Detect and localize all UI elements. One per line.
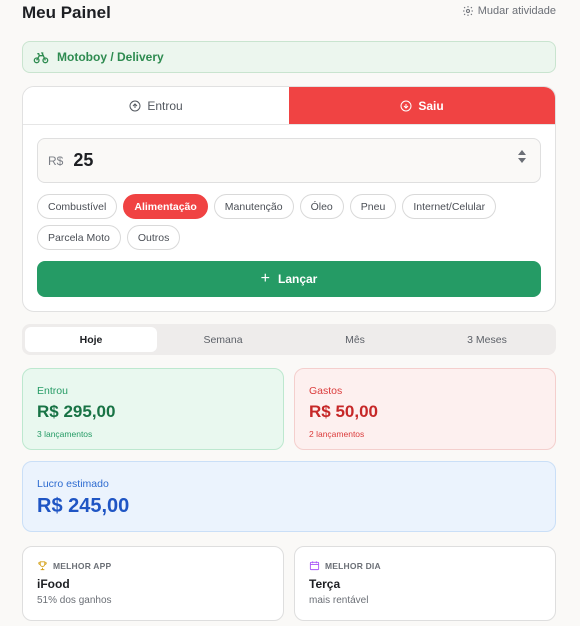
- income-label: Entrou: [37, 385, 68, 397]
- profit-value: R$ 245,00: [37, 495, 130, 517]
- toggle-in-label: Entrou: [147, 98, 183, 113]
- calendar-icon: [309, 561, 320, 571]
- gear-icon: [462, 6, 473, 16]
- income-card: Entrou R$ 295,00 3 lançamentos: [22, 368, 284, 450]
- best-day-heading: MELHOR DIA: [325, 560, 381, 571]
- page-title: Meu Painel: [22, 3, 111, 22]
- tab-3-meses[interactable]: 3 Meses: [421, 327, 553, 352]
- expenses-label: Gastos: [309, 385, 343, 397]
- submit-entry-button[interactable]: + Lançar: [37, 261, 541, 297]
- submit-entry-label: Lançar: [277, 272, 318, 286]
- best-app-header: MELHOR APP: [37, 560, 269, 571]
- best-app-card: MELHOR APP iFood 51% dos ganhos: [22, 546, 284, 621]
- best-day-header: MELHOR DIA: [309, 560, 541, 571]
- category-chip-pneu[interactable]: Pneu: [349, 194, 397, 219]
- entry-form: Entrou Saiu R$ 25 Combustível Alimentaçã…: [22, 86, 556, 312]
- expenses-count: 2 lançamentos: [309, 429, 365, 439]
- switch-activity-label: Mudar atividade: [477, 5, 556, 17]
- toggle-in-button[interactable]: Entrou: [23, 87, 289, 124]
- bicycle-icon: [33, 52, 49, 64]
- amount-stepper[interactable]: [518, 150, 526, 163]
- best-app-sub: 51% dos ganhos: [37, 595, 112, 606]
- expenses-card: Gastos R$ 50,00 2 lançamentos: [294, 368, 556, 450]
- best-app-heading: MELHOR APP: [53, 560, 112, 571]
- entry-type-toggle: Entrou Saiu: [23, 87, 555, 125]
- category-chip-manutencao[interactable]: Manutenção: [213, 194, 294, 219]
- category-chip-combustivel[interactable]: Combustível: [37, 194, 118, 219]
- activity-label: Motoboy / Delivery: [57, 50, 164, 64]
- category-chips: Combustível Alimentação Manutenção Óleo …: [37, 194, 541, 250]
- best-app-title: iFood: [37, 577, 70, 591]
- arrow-up-circle-icon: [129, 100, 141, 111]
- plus-icon: +: [260, 270, 270, 287]
- income-value: R$ 295,00: [37, 402, 116, 421]
- activity-banner: Motoboy / Delivery: [22, 41, 556, 73]
- category-chip-outros[interactable]: Outros: [126, 225, 181, 250]
- trophy-icon: [38, 561, 47, 571]
- best-day-card: MELHOR DIA Terça mais rentável: [294, 546, 556, 621]
- expenses-value: R$ 50,00: [309, 402, 378, 421]
- switch-activity-button[interactable]: Mudar atividade: [462, 5, 556, 17]
- category-chip-oleo[interactable]: Óleo: [299, 194, 344, 219]
- toggle-out-button[interactable]: Saiu: [289, 87, 555, 124]
- income-count: 3 lançamentos: [37, 429, 93, 439]
- period-tabs: Hoje Semana Mês 3 Meses: [22, 324, 556, 355]
- stepper-down-icon[interactable]: [518, 158, 526, 163]
- tab-mes[interactable]: Mês: [289, 327, 421, 352]
- currency-prefix: R$: [48, 153, 64, 168]
- category-chip-internet-celular[interactable]: Internet/Celular: [402, 194, 497, 219]
- tab-hoje[interactable]: Hoje: [25, 327, 157, 352]
- toggle-out-label: Saiu: [418, 98, 444, 113]
- amount-value: 25: [73, 150, 94, 170]
- best-day-sub: mais rentável: [309, 595, 369, 606]
- page-header: Meu Painel Mudar atividade: [22, 0, 558, 26]
- amount-input[interactable]: R$ 25: [37, 138, 541, 183]
- profit-label: Lucro estimado: [37, 478, 109, 490]
- arrow-down-circle-icon: [400, 100, 412, 111]
- profit-card: Lucro estimado R$ 245,00: [22, 461, 556, 532]
- best-day-title: Terça: [309, 577, 341, 591]
- category-chip-parcela-moto[interactable]: Parcela Moto: [37, 225, 121, 250]
- category-chip-alimentacao[interactable]: Alimentação: [123, 194, 208, 219]
- tab-semana[interactable]: Semana: [157, 327, 289, 352]
- stepper-up-icon[interactable]: [518, 150, 526, 155]
